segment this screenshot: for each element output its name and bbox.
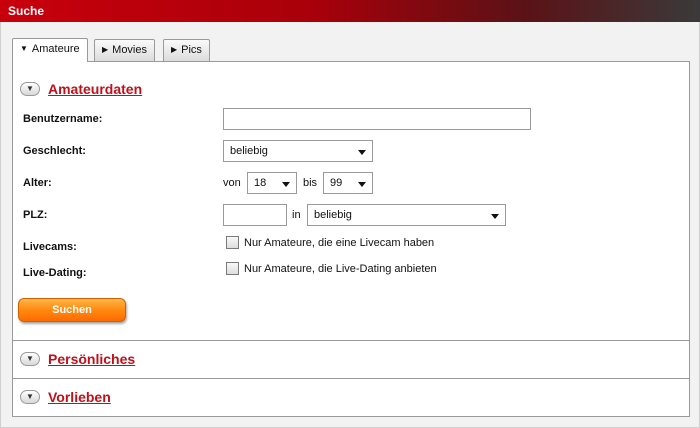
plz-in-label: in: [292, 209, 301, 221]
gender-label: Geschlecht:: [23, 145, 86, 157]
dropdown-arrow-icon: [358, 150, 366, 155]
triangle-right-icon: ▶: [171, 45, 178, 54]
livedating-label: Live-Dating:: [23, 267, 87, 279]
plz-region-value: beliebig: [314, 209, 352, 221]
section-divider: [13, 340, 689, 341]
chevron-down-icon: ▼: [26, 392, 34, 401]
tab-movies[interactable]: ▶ Movies: [94, 39, 155, 61]
collapse-amateurdaten-toggle[interactable]: ▼: [20, 82, 40, 96]
tab-label: Pics: [181, 44, 202, 56]
window-title-bar: Suche: [0, 0, 700, 22]
chevron-down-icon: ▼: [26, 84, 34, 93]
section-title-persoenliches[interactable]: Persönliches: [48, 351, 135, 367]
chevron-down-icon: ▼: [26, 354, 34, 363]
tab-label: Movies: [112, 44, 147, 56]
triangle-down-icon: ▼: [20, 44, 28, 53]
dropdown-arrow-icon: [282, 182, 290, 187]
age-from-select[interactable]: 18: [247, 172, 297, 194]
triangle-right-icon: ▶: [102, 45, 109, 54]
window-title: Suche: [8, 4, 45, 18]
tab-amateure[interactable]: ▼ Amateure: [12, 38, 88, 62]
search-button[interactable]: Suchen: [18, 298, 126, 322]
gender-select-value: beliebig: [230, 145, 268, 157]
gender-select[interactable]: beliebig: [223, 140, 373, 162]
age-to-select[interactable]: 99: [323, 172, 373, 194]
plz-label: PLZ:: [23, 209, 48, 221]
age-from-value: 18: [254, 177, 267, 189]
collapse-persoenliches-toggle[interactable]: ▼: [20, 352, 40, 366]
section-title-vorlieben[interactable]: Vorlieben: [48, 389, 111, 405]
plz-region-select[interactable]: beliebig: [307, 204, 506, 226]
livedating-checkbox[interactable]: [226, 262, 239, 275]
livedating-checkbox-label[interactable]: Nur Amateure, die Live-Dating anbieten: [244, 263, 437, 275]
plz-input[interactable]: [223, 204, 287, 226]
tab-label: Amateure: [31, 43, 80, 55]
section-divider: [13, 378, 689, 379]
age-to-prefix: bis: [303, 177, 318, 189]
livecams-checkbox-label[interactable]: Nur Amateure, die eine Livecam haben: [244, 237, 434, 249]
username-label: Benutzername:: [23, 113, 103, 125]
age-to-value: 99: [330, 177, 343, 189]
dropdown-arrow-icon: [358, 182, 366, 187]
section-title-amateurdaten[interactable]: Amateurdaten: [48, 81, 142, 97]
collapse-vorlieben-toggle[interactable]: ▼: [20, 390, 40, 404]
username-input[interactable]: [223, 108, 531, 130]
tab-pics[interactable]: ▶ Pics: [163, 39, 210, 61]
age-from-prefix: von: [223, 177, 241, 189]
livecams-checkbox[interactable]: [226, 236, 239, 249]
dropdown-arrow-icon: [491, 214, 499, 219]
search-container: ▼ Amateure ▶ Movies ▶ Pics ▼ Amateurdaten B…: [0, 22, 700, 428]
livecams-label: Livecams:: [23, 241, 77, 253]
age-label: Alter:: [23, 177, 52, 189]
